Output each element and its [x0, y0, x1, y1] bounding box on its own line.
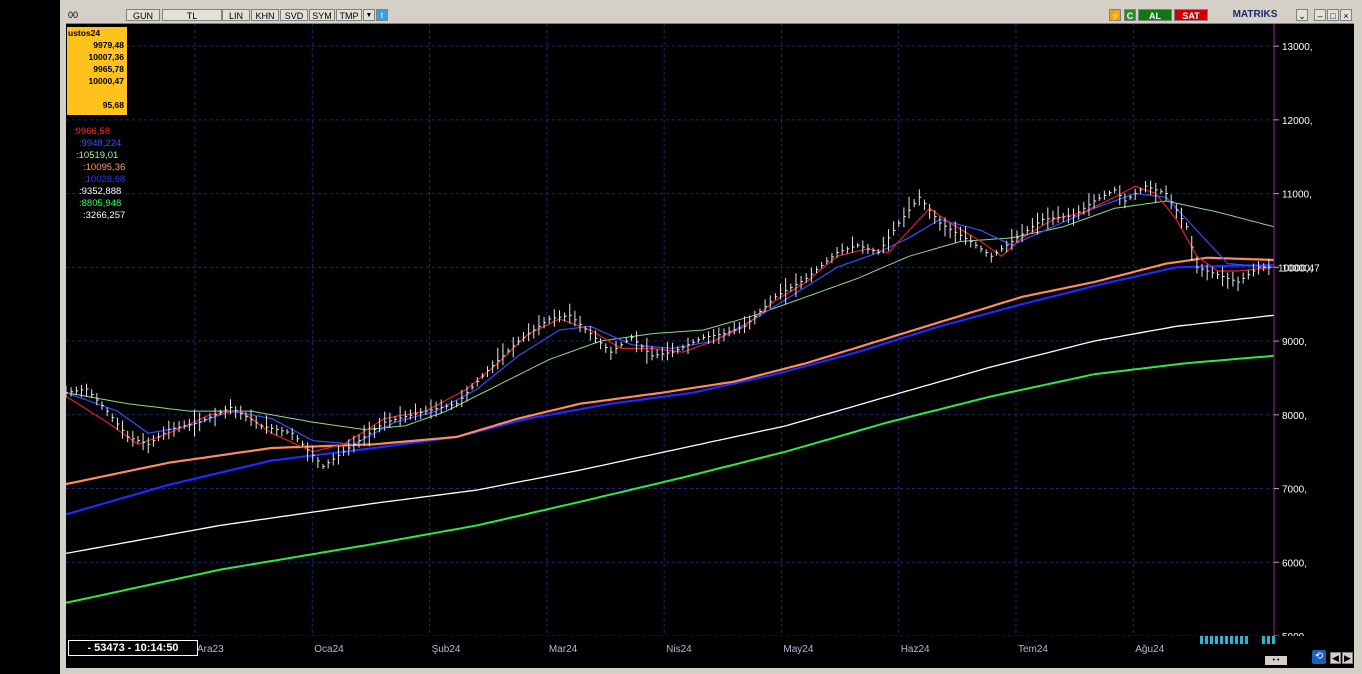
x-axis-label: Ağu24 — [1135, 644, 1165, 655]
toolbar-left-text: 00 — [68, 10, 79, 20]
indicator-legend-orange: :10095,36 — [83, 162, 126, 173]
khn-button[interactable]: KHN — [251, 9, 279, 21]
indicator-legend-white: :9352,888 — [79, 186, 122, 197]
time-status: - 53473 - 10:14:50 — [68, 640, 198, 656]
minimize-icon[interactable]: – — [1314, 9, 1326, 21]
indicator-legend-green: :8805,948 — [79, 198, 122, 209]
chart-toolbar: 00 GUN TL LIN KHN SVD SYM TMP ▼ t ⚡ C AL… — [66, 8, 1354, 24]
lin-button[interactable]: LIN — [222, 9, 250, 21]
current-price-label: 10000,47 — [1278, 263, 1320, 274]
y-tick-label: 8000, — [1282, 411, 1307, 422]
x-axis-label: Oca24 — [314, 644, 344, 655]
refresh-c-icon[interactable]: C — [1124, 9, 1136, 21]
x-axis-label: Şub24 — [431, 644, 461, 655]
indicator-legend-lightgreen: :10519,01 — [76, 150, 119, 161]
y-tick-label: 6000, — [1282, 558, 1307, 569]
twitter-bird-icon[interactable]: t — [376, 9, 388, 21]
x-axis-label: Haz24 — [900, 644, 930, 655]
price-chart[interactable]: 5000,6000,7000,8000,9000,10000,11000,120… — [66, 24, 1354, 636]
tl-button[interactable]: TL — [162, 9, 222, 21]
sell-button[interactable]: SAT — [1174, 9, 1208, 21]
brand-logo: MATRIKS — [1214, 9, 1296, 21]
left-gutter — [0, 0, 60, 674]
scroll-right-icon[interactable]: ▶ — [1342, 652, 1353, 664]
x-axis-label: Tem24 — [1017, 644, 1048, 655]
ohlc-info-box: ustos24 9979,48 10007,36 9965,78 10000,4… — [67, 27, 127, 115]
svd-button[interactable]: SVD — [280, 9, 308, 21]
ohlc-low: 9965,78 — [93, 64, 124, 74]
ohlc-close: 10000,47 — [88, 76, 124, 86]
y-tick-label: 11000, — [1282, 190, 1312, 201]
indicator-legend-darkblue: :10028,68 — [83, 174, 126, 185]
volume-indicator-strip-2 — [1262, 636, 1276, 644]
y-tick-label: 9000, — [1282, 337, 1307, 348]
buy-button[interactable]: AL — [1138, 9, 1172, 21]
triangle-down-icon[interactable]: ▼ — [363, 9, 375, 21]
ohlc-open: 9979,48 — [93, 40, 124, 50]
close-icon[interactable]: × — [1340, 9, 1352, 21]
scroll-dots[interactable]: • • — [1265, 656, 1287, 665]
indicator-legend-volume: :3266,257 — [83, 210, 126, 221]
sym-button[interactable]: SYM — [309, 9, 335, 21]
x-axis-label: May24 — [783, 644, 814, 655]
chevron-down-icon[interactable]: ⌄ — [1296, 9, 1308, 21]
ohlc-volume: 95,68 — [102, 100, 124, 110]
y-tick-label: 12000, — [1282, 116, 1313, 127]
y-tick-label: 7000, — [1282, 485, 1307, 496]
indicator-legend-red: :9966,58 — [73, 126, 110, 137]
tmp-button[interactable]: TMP — [336, 9, 362, 21]
x-axis-label: Nis24 — [666, 644, 692, 655]
gun-button[interactable]: GUN — [126, 9, 160, 21]
lightning-icon[interactable]: ⚡ — [1109, 9, 1121, 21]
indicator-legend-blue: :9948,224 — [79, 138, 122, 149]
x-axis-label: Mar24 — [548, 644, 578, 655]
volume-indicator-strip — [1200, 636, 1248, 644]
sync-icon[interactable]: ⟲ — [1312, 650, 1326, 664]
maximize-icon[interactable]: □ — [1327, 9, 1339, 21]
x-axis-label: Ara23 — [197, 644, 224, 655]
ohlc-title: ustos24 — [68, 28, 101, 38]
scroll-left-icon[interactable]: ◀ — [1330, 652, 1341, 664]
y-tick-label: 13000, — [1282, 42, 1313, 53]
ohlc-high: 10007,36 — [88, 52, 124, 62]
